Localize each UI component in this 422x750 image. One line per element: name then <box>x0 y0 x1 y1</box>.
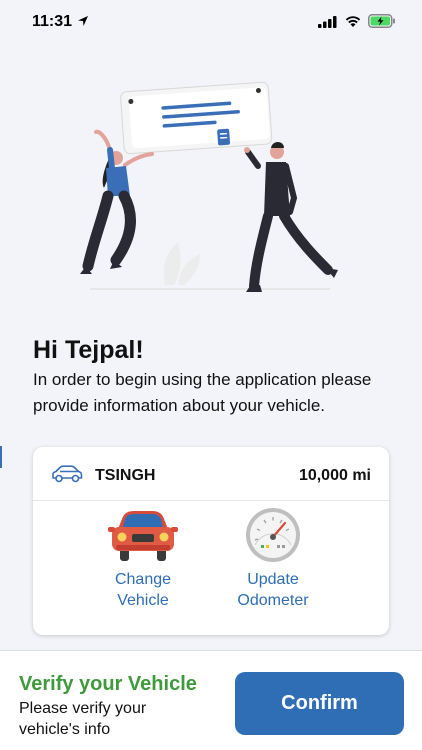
battery-charging-icon <box>368 14 395 28</box>
vehicle-card: TSINGH 10,000 mi Change Vehicle Update O… <box>33 447 389 635</box>
wifi-icon <box>345 16 361 27</box>
location-arrow-icon <box>78 16 88 26</box>
red-car-icon <box>108 511 178 561</box>
cellular-signal-icon <box>318 16 337 28</box>
status-time: 11:31 <box>32 13 73 30</box>
odometer-value: 10,000 mi <box>298 467 371 484</box>
vehicle-card-header: TSINGH 10,000 mi <box>33 447 389 501</box>
welcome-illustration <box>80 81 338 292</box>
confirm-button[interactable]: Confirm <box>235 672 404 735</box>
edge-marker <box>0 446 2 468</box>
verify-bar: Verify your Vehicle Please verify your v… <box>0 650 422 750</box>
update-odometer-button[interactable]: Update Odometer <box>213 507 333 611</box>
speedometer-icon <box>246 508 300 562</box>
vehicle-name: TSINGH <box>95 467 156 484</box>
change-vehicle-label: Change Vehicle <box>114 571 172 609</box>
verify-title: Verify your Vehicle <box>19 673 197 695</box>
car-outline-icon <box>52 465 83 483</box>
update-odometer-label: Update Odometer <box>237 571 309 609</box>
status-bar: 11:31 <box>0 0 422 46</box>
intro-text: In order to begin using the application … <box>33 370 372 415</box>
verify-description: Please verify your vehicle's info <box>19 700 147 738</box>
change-vehicle-button[interactable]: Change Vehicle <box>83 507 203 611</box>
greeting-heading: Hi Tejpal! <box>33 336 144 364</box>
